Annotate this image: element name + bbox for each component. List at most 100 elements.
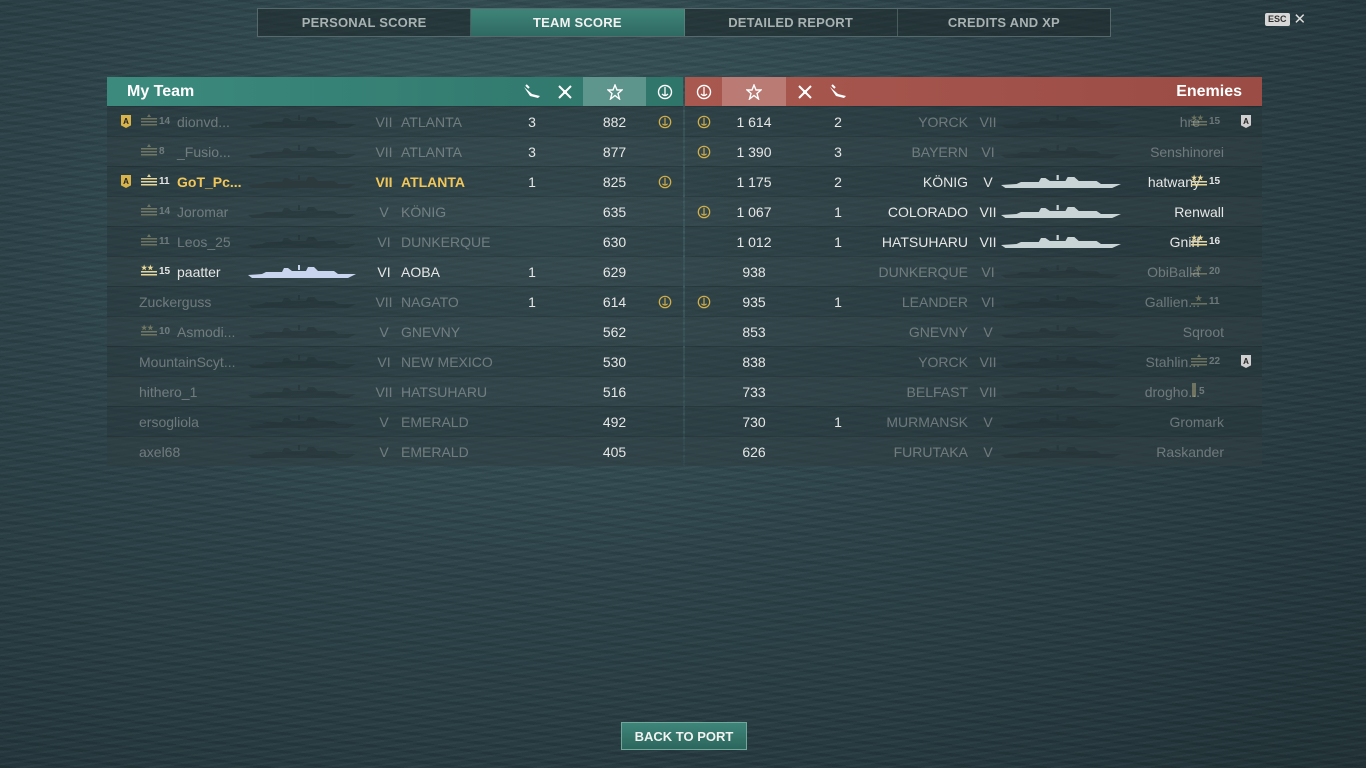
ship-name: YORCK <box>918 113 968 130</box>
planes-destroyed-count: 1 <box>528 263 536 280</box>
rank-insignia: ★★ 15 <box>141 257 170 286</box>
enemy-row[interactable]: 1 390 3 BAYERN VI Senshinorei <box>685 136 1262 166</box>
tab-credits-and-xp[interactable]: CREDITS AND XP <box>898 9 1110 36</box>
ship-tier: VII <box>375 383 393 400</box>
enemy-row[interactable]: 1 175 2 KÖNIG Vhatwany ★★ 15 <box>685 166 1262 196</box>
ship-silhouette-icon <box>1001 167 1121 196</box>
ship-silhouette-icon <box>248 227 356 256</box>
my-team-row[interactable]: 11 Leos_25 VI DUNKERQUE 630 <box>107 226 683 256</box>
player-name: Senshinorei <box>1150 143 1224 160</box>
rank-number: 11 <box>1209 296 1220 307</box>
my-team-row[interactable]: ersogliola V EMERALD 492 <box>107 406 683 436</box>
ship-tier: VI <box>981 263 995 280</box>
ship-name: LEANDER <box>901 293 968 310</box>
enemy-row[interactable]: 938 DUNKERQUE VI ObiBalla ★ 20 <box>685 256 1262 286</box>
enemy-row[interactable]: 626 FURUTAKA V Raskander <box>685 436 1262 466</box>
my-team-row[interactable]: A 11 GoT_Pc... VII ATLANTA 1 825 <box>107 166 683 196</box>
my-team-row[interactable]: axel68 V EMERALD 405 <box>107 436 683 466</box>
ship-silhouette-icon <box>1001 347 1121 376</box>
player-name: Raskander <box>1156 443 1224 460</box>
rank-insignia: 11 <box>141 227 170 256</box>
enemies-title: Enemies <box>1176 83 1242 100</box>
enemy-row[interactable]: 733 BELFAST VII drogho... 5 <box>685 376 1262 406</box>
my-team-row[interactable]: 14 Joromar V KÖNIG 635 <box>107 196 683 226</box>
base-xp-value: 635 <box>602 203 627 220</box>
player-name: GoT_Pc... <box>177 173 242 190</box>
ships-destroyed-count <box>790 227 820 256</box>
enemy-row[interactable]: 1 614 2 YORCK VII hre ★★ 15 A <box>685 106 1262 136</box>
my-team-row[interactable]: MountainScyt... VI NEW MEXICO 530 <box>107 346 683 376</box>
enemy-row[interactable]: 1 012 1 HATSUHARU VII Gnirf ★★ 16 <box>685 226 1262 256</box>
planes-destroyed-count <box>823 377 853 406</box>
player-name: _Fusio... <box>177 143 231 160</box>
ships-destroyed-count <box>790 107 820 136</box>
ship-name: BELFAST <box>906 383 968 400</box>
enemy-row[interactable]: 935 1 LEANDER VI Gallien... ★ 11 <box>685 286 1262 316</box>
ships-destroyed-count <box>550 107 580 136</box>
my-team-title: My Team <box>127 83 195 100</box>
ship-tier: V <box>983 443 993 460</box>
ship-name: FURUTAKA <box>893 443 968 460</box>
planes-destroyed-count <box>517 347 547 376</box>
ship-tier: VI <box>981 293 995 310</box>
planes-destroyed-count: 1 <box>834 233 842 250</box>
close-button[interactable]: ESC ✕ <box>1265 12 1306 27</box>
ships-destroyed-count <box>550 377 580 406</box>
tab-team-score[interactable]: TEAM SCORE <box>471 9 685 36</box>
rank-stars-icon: ★★ <box>1191 234 1207 249</box>
ships-destroyed-icon[interactable] <box>550 77 580 106</box>
my-team-row[interactable]: ★★ 15 paatter VI AOBA 1 629 <box>107 256 683 286</box>
base-xp-value: 629 <box>602 263 627 280</box>
my-team-row[interactable]: Zuckerguss VII NAGATO 1 614 <box>107 286 683 316</box>
ship-silhouette-icon <box>1001 407 1121 436</box>
my-team-panel: My Team A 14 dionvd... VII ATLANTA 3 882 8 _Fusi… <box>107 77 683 466</box>
tab-personal-score[interactable]: PERSONAL SCORE <box>258 9 472 36</box>
captured-bases-icon[interactable] <box>685 77 722 106</box>
my-team-row[interactable]: hithero_1 VII HATSUHARU 516 <box>107 376 683 406</box>
ship-tier: V <box>379 203 389 220</box>
svg-text:★★: ★★ <box>141 264 154 272</box>
planes-destroyed-icon[interactable] <box>517 77 547 106</box>
enemy-row[interactable]: 853 GNEVNY V Sqroot <box>685 316 1262 346</box>
ships-destroyed-count <box>790 377 820 406</box>
ships-destroyed-count <box>790 437 820 466</box>
ship-name: EMERALD <box>401 443 469 460</box>
rank-insignia: ★★ 15 <box>1191 167 1220 196</box>
ship-tier: VI <box>377 263 391 280</box>
tab-detailed-report[interactable]: DETAILED REPORT <box>685 9 898 36</box>
base-xp-star-icon[interactable] <box>583 77 646 106</box>
planes-destroyed-icon[interactable] <box>823 77 853 106</box>
rank-number: 14 <box>159 116 171 127</box>
my-team-row[interactable]: 8 _Fusio... VII ATLANTA 3 877 <box>107 136 683 166</box>
back-to-port-button[interactable]: BACK TO PORT <box>621 722 747 750</box>
ship-tier: V <box>379 413 389 430</box>
ship-name: NEW MEXICO <box>401 353 493 370</box>
planes-destroyed-count: 2 <box>834 113 842 130</box>
player-name: Renwall <box>1174 203 1224 220</box>
planes-destroyed-count <box>517 197 547 226</box>
enemy-row[interactable]: 1 067 1 COLORADO VII Renwall <box>685 196 1262 226</box>
ship-tier: VII <box>979 113 997 130</box>
ships-destroyed-icon[interactable] <box>790 77 820 106</box>
ships-destroyed-count <box>550 437 580 466</box>
enemy-row[interactable]: 838 YORCK VII Stahlin... 22 A <box>685 346 1262 376</box>
ships-destroyed-count <box>790 317 820 346</box>
rank-number: 15 <box>159 266 171 277</box>
ship-tier: VI <box>377 353 391 370</box>
rank-stripes-icon <box>141 174 157 189</box>
ship-silhouette-icon <box>248 167 356 196</box>
ship-tier: VII <box>375 113 393 130</box>
base-xp-value: 877 <box>602 143 627 160</box>
ships-destroyed-count <box>790 347 820 376</box>
enemies-panel: Enemies 1 614 2 YORCK VII hre ★★ 15 A 1 390 3 BAYE… <box>685 77 1262 466</box>
my-team-row[interactable]: ★★ 10 Asmodi... V GNEVNY 562 <box>107 316 683 346</box>
captured-bases-icon[interactable] <box>647 77 683 106</box>
my-team-row[interactable]: A 14 dionvd... VII ATLANTA 3 882 <box>107 106 683 136</box>
planes-destroyed-count <box>517 407 547 436</box>
ships-destroyed-count <box>550 287 580 316</box>
enemy-row[interactable]: 730 1 MURMANSK V Gromark <box>685 406 1262 436</box>
division-badge: A <box>121 107 131 136</box>
base-xp-star-icon[interactable] <box>722 77 786 106</box>
rank-stars-icon: ★★ <box>141 324 157 339</box>
ships-destroyed-count <box>550 197 580 226</box>
